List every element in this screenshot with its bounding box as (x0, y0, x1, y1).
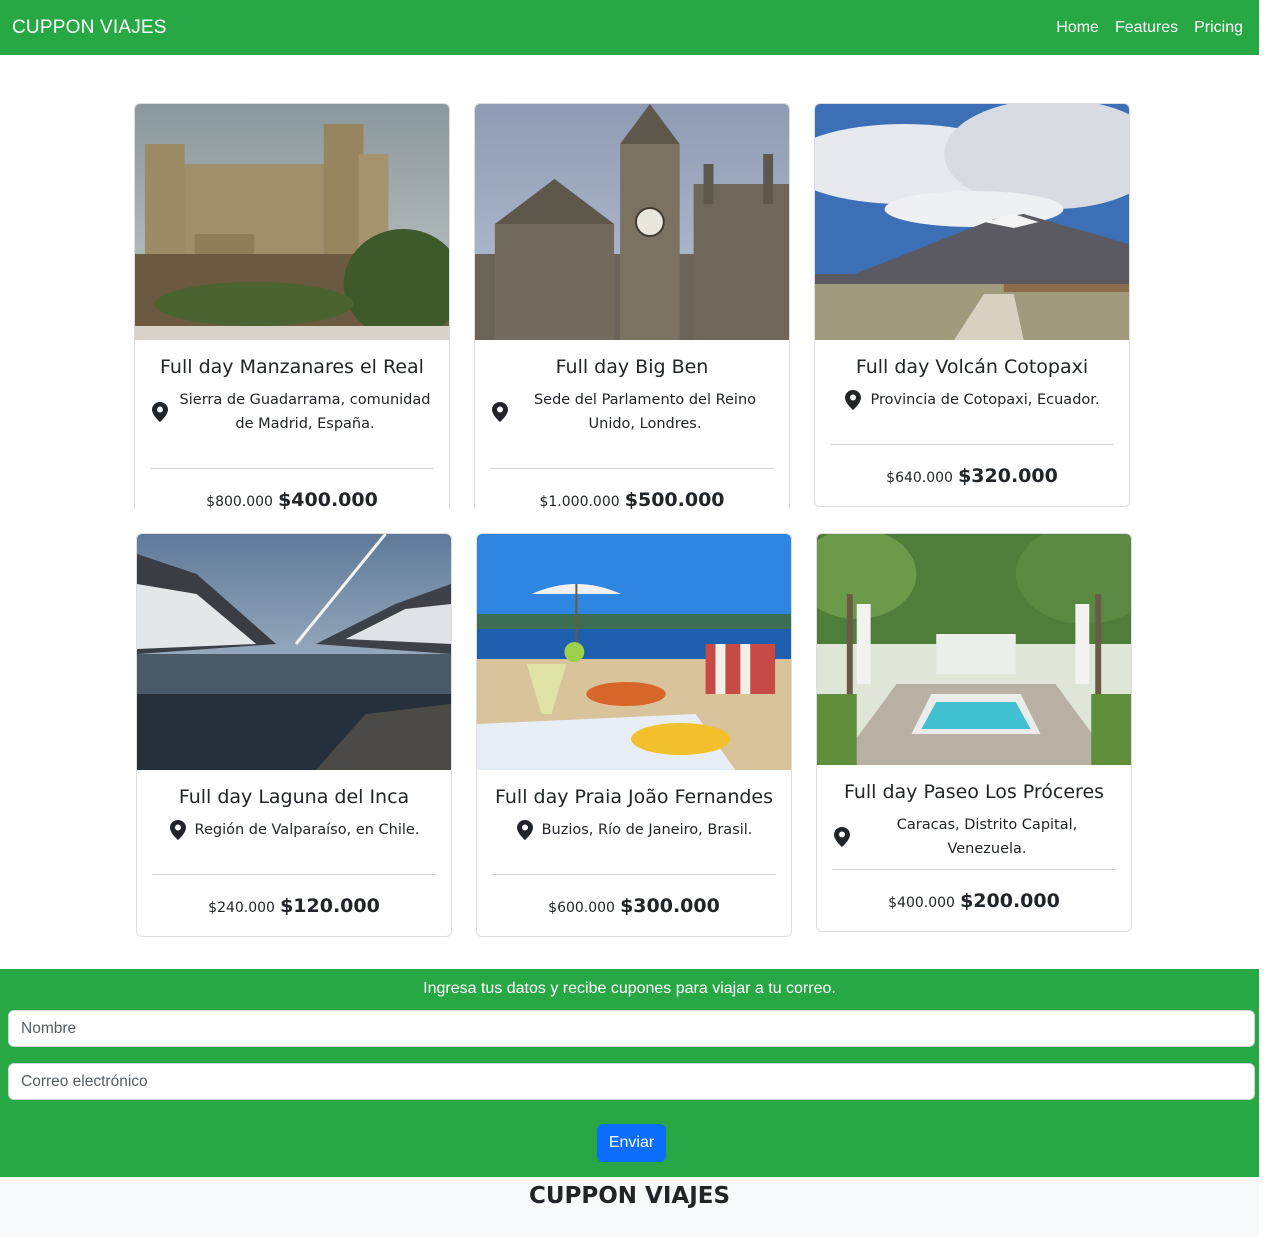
nav-link-pricing[interactable]: Pricing (1194, 19, 1243, 37)
tour-card: Full day Big Ben Sede del Parlamento del… (474, 103, 790, 509)
signup-text: Ingresa tus datos y recibe cupones para … (423, 980, 836, 997)
tour-card: Full day Praia João Fernandes Buzios, Rí… (476, 533, 792, 937)
old-price: $800.000 (206, 494, 273, 509)
tour-photo-park (817, 534, 1131, 765)
new-price: $120.000 (280, 895, 380, 917)
nav-links: Home Features Pricing (1056, 19, 1243, 37)
card-divider (490, 468, 774, 469)
tour-card: Full day Volcán Cotopaxi Provincia de Co… (814, 103, 1130, 507)
nav-link-features[interactable]: Features (1115, 19, 1178, 37)
old-price: $640.000 (886, 470, 953, 486)
card-location: Sede del Parlamento del Reino Unido, Lon… (533, 392, 757, 432)
top-navbar: CUPPON VIAJES Home Features Pricing (0, 0, 1259, 55)
old-price: $600.000 (548, 900, 615, 916)
location-pin-icon (169, 820, 186, 840)
tour-card: Full day Laguna del Inca Región de Valpa… (136, 533, 452, 937)
newsletter-signup: Ingresa tus datos y recibe cupones para … (0, 969, 1259, 1177)
card-divider (152, 874, 436, 875)
card-divider (150, 468, 434, 469)
new-price: $200.000 (960, 890, 1060, 912)
new-price: $300.000 (620, 895, 720, 917)
card-divider (492, 874, 776, 875)
card-title: Full day Praia João Fernandes (494, 786, 774, 808)
location-pin-icon (152, 402, 168, 422)
card-location: Provincia de Cotopaxi, Ecuador. (870, 392, 1100, 408)
card-location: Buzios, Río de Janeiro, Brasil. (541, 822, 753, 838)
card-location: Sierra de Guadarrama, comunidad de Madri… (179, 392, 431, 432)
tour-card: Full day Paseo Los Próceres Caracas, Dis… (816, 533, 1132, 932)
card-location: Caracas, Distrito Capital, Venezuela. (896, 817, 1078, 857)
tour-photo-big-ben (475, 104, 789, 340)
card-price: $400.000 $200.000 (817, 890, 1131, 912)
card-title: Full day Manzanares el Real (160, 356, 424, 378)
tour-photo-lake (137, 534, 451, 770)
card-price: $240.000 $120.000 (137, 895, 451, 917)
old-price: $400.000 (888, 895, 955, 911)
location-pin-icon (845, 390, 862, 410)
old-price: $1.000.000 (539, 494, 620, 509)
location-pin-icon (492, 402, 508, 422)
tour-photo-beach (477, 534, 791, 770)
new-price: $500.000 (624, 489, 725, 509)
card-price: $1.000.000 $500.000 (475, 489, 789, 509)
new-price: $320.000 (958, 465, 1058, 487)
card-price: $800.000 $400.000 (135, 489, 449, 509)
old-price: $240.000 (208, 900, 275, 916)
card-price: $600.000 $300.000 (477, 895, 791, 917)
card-title: Full day Big Ben (555, 356, 709, 378)
card-location: Región de Valparaíso, en Chile. (194, 822, 420, 838)
tour-photo-volcano (815, 104, 1129, 340)
name-field[interactable] (8, 1010, 1255, 1047)
footer: CUPPON VIAJES (0, 1177, 1259, 1237)
brand-logo[interactable]: CUPPON VIAJES (12, 17, 167, 39)
new-price: $400.000 (278, 489, 378, 509)
card-divider (832, 869, 1116, 870)
card-price: $640.000 $320.000 (815, 465, 1129, 487)
email-field[interactable] (8, 1063, 1255, 1100)
card-title: Full day Laguna del Inca (178, 786, 410, 808)
card-divider (830, 444, 1114, 445)
location-pin-icon (516, 820, 533, 840)
card-title: Full day Volcán Cotopaxi (855, 356, 1089, 378)
location-pin-icon (834, 827, 850, 847)
tour-photo-castle (135, 104, 449, 340)
card-title: Full day Paseo Los Próceres (843, 781, 1105, 803)
nav-link-home[interactable]: Home (1056, 19, 1099, 37)
submit-button[interactable]: Enviar (597, 1124, 666, 1162)
footer-brand: CUPPON VIAJES (528, 1183, 731, 1209)
tour-card: Full day Manzanares el Real Sierra de Gu… (134, 103, 450, 509)
